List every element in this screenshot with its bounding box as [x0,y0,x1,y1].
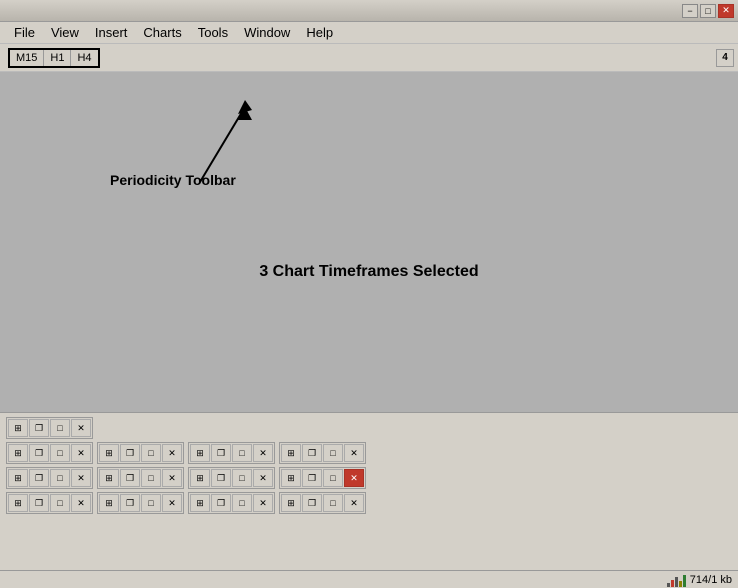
tab-group-1-1: ⊞ ❐ □ ✕ [6,417,93,439]
toolbar-badge: 4 [716,49,734,67]
close-button[interactable]: ✕ [718,4,734,18]
tab-group-2-2: ⊞ ❐ □ ✕ [97,442,184,464]
tab-close-btn[interactable]: ✕ [253,469,273,487]
info-text: 3 Chart Timeframes Selected [259,263,478,281]
tab-btn[interactable]: ⊞ [190,444,210,462]
tab-btn[interactable]: ❐ [302,469,322,487]
tab-close-btn-active[interactable]: ✕ [344,469,364,487]
tab-group-3-1: ⊞ ❐ □ ✕ [6,467,93,489]
tab-btn[interactable]: □ [141,469,161,487]
menu-tools[interactable]: Tools [190,23,236,42]
toolbar: M15 H1 H4 4 [0,44,738,72]
tab-group-3-2: ⊞ ❐ □ ✕ [97,467,184,489]
tab-row-4: ⊞ ❐ □ ✕ ⊞ ❐ □ ✕ ⊞ ❐ □ ✕ ⊞ ❐ □ ✕ [6,492,732,514]
tab-close-btn[interactable]: ✕ [253,494,273,512]
tab-group-2-3: ⊞ ❐ □ ✕ [188,442,275,464]
status-indicator: 714/1 kb [667,573,732,587]
tab-btn[interactable]: □ [141,494,161,512]
tab-btn[interactable]: □ [323,469,343,487]
tab-close-btn[interactable]: ✕ [71,444,91,462]
tab-close-btn[interactable]: ✕ [344,494,364,512]
maximize-button[interactable]: □ [700,4,716,18]
tab-btn[interactable]: □ [50,419,70,437]
tab-group-2-4: ⊞ ❐ □ ✕ [279,442,366,464]
tab-btn[interactable]: □ [232,444,252,462]
menu-bar: File View Insert Charts Tools Window Hel… [0,22,738,44]
tab-btn[interactable]: □ [232,494,252,512]
tab-btn[interactable]: ❐ [211,494,231,512]
tab-btn[interactable]: □ [141,444,161,462]
tab-btn[interactable]: ❐ [302,494,322,512]
tab-btn[interactable]: ❐ [29,419,49,437]
period-m15[interactable]: M15 [10,50,44,66]
minimize-button[interactable]: − [682,4,698,18]
tab-btn[interactable]: ❐ [120,444,140,462]
tab-group-4-1: ⊞ ❐ □ ✕ [6,492,93,514]
tab-close-btn[interactable]: ✕ [162,469,182,487]
periodicity-toolbar: M15 H1 H4 [8,48,100,68]
tab-btn[interactable]: ❐ [302,444,322,462]
tab-close-btn[interactable]: ✕ [344,444,364,462]
tab-close-btn[interactable]: ✕ [253,444,273,462]
menu-file[interactable]: File [6,23,43,42]
status-bar: 714/1 kb [0,570,738,588]
bottom-panel: ⊞ ❐ □ ✕ ⊞ ❐ □ ✕ ⊞ ❐ □ ✕ ⊞ ❐ □ ✕ ⊞ ❐ □ [0,412,738,588]
period-h1[interactable]: H1 [44,50,71,66]
tab-btn[interactable]: ⊞ [8,469,28,487]
menu-help[interactable]: Help [298,23,341,42]
tab-group-4-3: ⊞ ❐ □ ✕ [188,492,275,514]
bar-chart-icon [667,573,686,587]
tab-close-btn[interactable]: ✕ [71,469,91,487]
tab-btn[interactable]: ❐ [29,444,49,462]
main-content: Periodicity Toolbar 3 Chart Timeframes S… [0,72,738,412]
title-bar-buttons: − □ ✕ [682,4,734,18]
annotation-label: Periodicity Toolbar [110,172,236,188]
tab-btn[interactable]: ❐ [120,494,140,512]
tab-btn[interactable]: ⊞ [99,444,119,462]
tab-btn[interactable]: ⊞ [281,444,301,462]
tab-close-btn[interactable]: ✕ [71,419,91,437]
tab-btn[interactable]: □ [323,494,343,512]
tab-btn[interactable]: ❐ [120,469,140,487]
tab-btn[interactable]: ⊞ [99,469,119,487]
tab-row-1: ⊞ ❐ □ ✕ [6,417,732,439]
period-h4[interactable]: H4 [71,50,97,66]
tab-group-4-4: ⊞ ❐ □ ✕ [279,492,366,514]
tab-btn[interactable]: □ [50,444,70,462]
tab-btn[interactable]: ⊞ [99,494,119,512]
annotation-container: Periodicity Toolbar [80,92,300,215]
tab-btn[interactable]: □ [50,469,70,487]
tab-row-2: ⊞ ❐ □ ✕ ⊞ ❐ □ ✕ ⊞ ❐ □ ✕ ⊞ ❐ □ ✕ [6,442,732,464]
tab-btn[interactable]: □ [50,494,70,512]
menu-charts[interactable]: Charts [135,23,189,42]
tab-close-btn[interactable]: ✕ [71,494,91,512]
tab-btn[interactable]: ⊞ [8,494,28,512]
tab-group-4-2: ⊞ ❐ □ ✕ [97,492,184,514]
menu-view[interactable]: View [43,23,87,42]
tab-btn[interactable]: ❐ [211,444,231,462]
tab-btn[interactable]: ❐ [211,469,231,487]
tab-btn[interactable]: ⊞ [281,469,301,487]
menu-insert[interactable]: Insert [87,23,136,42]
tab-btn[interactable]: ❐ [29,494,49,512]
tab-btn[interactable]: ⊞ [8,419,28,437]
tab-btn[interactable]: □ [232,469,252,487]
tab-row-3: ⊞ ❐ □ ✕ ⊞ ❐ □ ✕ ⊞ ❐ □ ✕ ⊞ ❐ □ ✕ [6,467,732,489]
tab-group-3-3: ⊞ ❐ □ ✕ [188,467,275,489]
title-bar: − □ ✕ [0,0,738,22]
tab-btn[interactable]: ⊞ [281,494,301,512]
tab-btn[interactable]: ❐ [29,469,49,487]
menu-window[interactable]: Window [236,23,298,42]
tab-group-3-4: ⊞ ❐ □ ✕ [279,467,366,489]
status-text: 714/1 kb [690,574,732,586]
tab-btn[interactable]: ⊞ [190,494,210,512]
tab-close-btn[interactable]: ✕ [162,444,182,462]
tab-btn[interactable]: ⊞ [190,469,210,487]
annotation-arrow-svg [80,92,300,212]
tab-close-btn[interactable]: ✕ [162,494,182,512]
tab-btn[interactable]: □ [323,444,343,462]
tab-btn[interactable]: ⊞ [8,444,28,462]
tab-group-2-1: ⊞ ❐ □ ✕ [6,442,93,464]
